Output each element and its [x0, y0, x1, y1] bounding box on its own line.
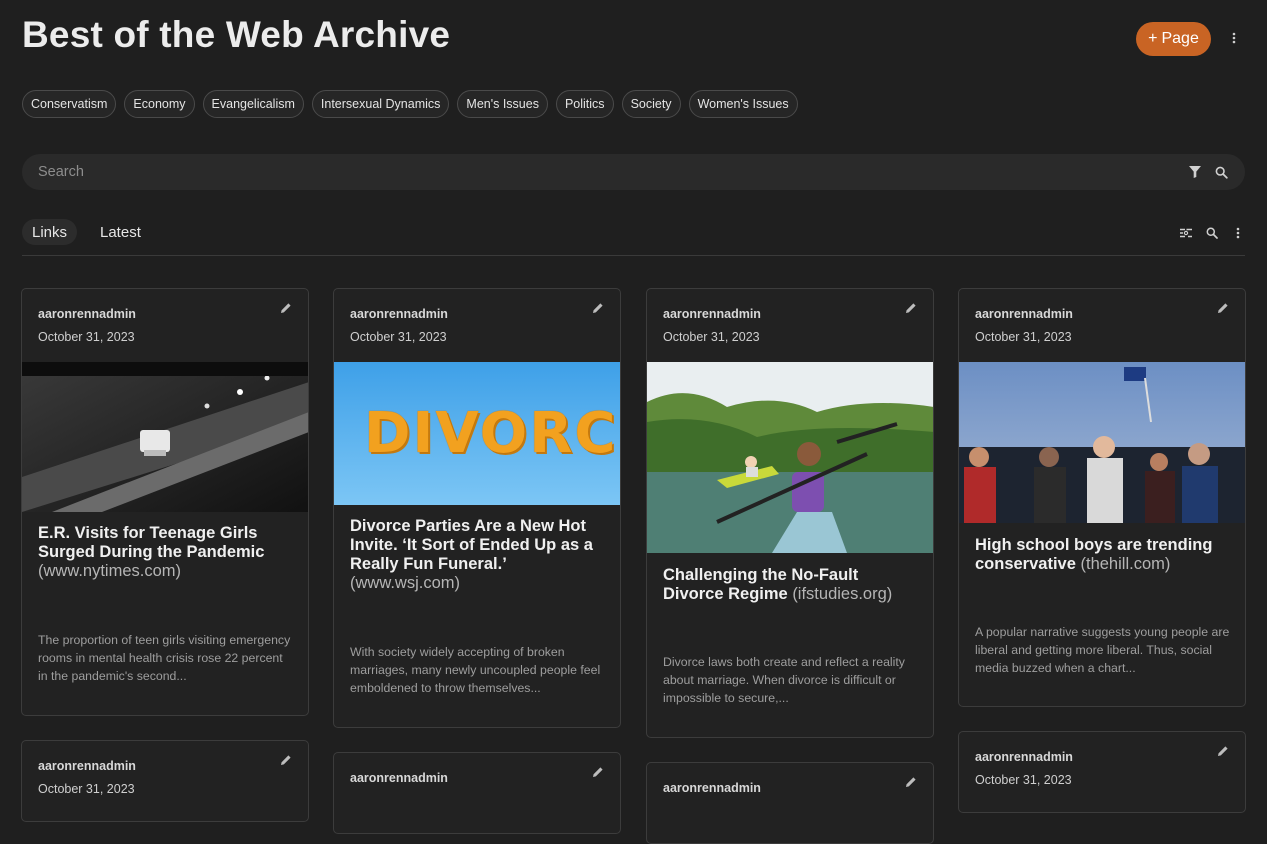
- card-image: [959, 362, 1245, 523]
- tag-economy[interactable]: Economy: [124, 90, 195, 118]
- search-icon[interactable]: [1213, 164, 1229, 180]
- card-source: (www.nytimes.com): [38, 562, 182, 580]
- card-author: aaronrennadmin: [975, 307, 1073, 321]
- tag-evangelicalism[interactable]: Evangelicalism: [202, 90, 304, 118]
- tag-womens-issues[interactable]: Women's Issues: [688, 90, 798, 118]
- card-excerpt: The proportion of teen girls visiting em…: [38, 633, 291, 683]
- card-source: (www.wsj.com): [350, 574, 460, 592]
- edit-icon[interactable]: [1217, 301, 1231, 315]
- card-excerpt: With society widely accepting of broken …: [350, 645, 601, 695]
- edit-icon[interactable]: [280, 753, 294, 767]
- link-card[interactable]: aaronrennadmin: [646, 762, 934, 844]
- card-title[interactable]: Divorce Parties Are a New Hot Invite. ‘I…: [350, 517, 606, 593]
- link-card[interactable]: aaronrennadmin October 31, 2023: [958, 731, 1246, 813]
- edit-icon[interactable]: [905, 775, 919, 789]
- card-date: October 31, 2023: [663, 330, 760, 344]
- view-tabs: Links Latest: [22, 219, 1245, 256]
- tab-links[interactable]: Links: [22, 219, 78, 245]
- tag-politics[interactable]: Politics: [555, 90, 614, 118]
- card-excerpt: Divorce laws both create and reflect a r…: [663, 655, 905, 705]
- tag-list: Conservatism Economy Evangelicalism Inte…: [22, 90, 798, 118]
- card-source: (thehill.com): [1080, 555, 1171, 573]
- card-author: aaronrennadmin: [350, 307, 448, 321]
- card-source: (ifstudies.org): [792, 585, 893, 603]
- edit-icon[interactable]: [280, 301, 294, 315]
- card-image: [647, 362, 933, 553]
- link-card[interactable]: aaronrennadmin October 31, 2023: [21, 740, 309, 822]
- tag-intersexual-dynamics[interactable]: Intersexual Dynamics: [311, 90, 450, 118]
- edit-icon[interactable]: [592, 765, 606, 779]
- add-page-label: Page: [1161, 30, 1199, 47]
- link-card[interactable]: aaronrennadmin October 31, 2023 DIVORCE …: [333, 288, 621, 728]
- card-author: aaronrennadmin: [975, 750, 1073, 764]
- link-card[interactable]: aaronrennadmin: [333, 752, 621, 834]
- card-title[interactable]: E.R. Visits for Teenage Girls Surged Dur…: [38, 524, 294, 581]
- card-author: aaronrennadmin: [38, 759, 136, 773]
- links-menu-icon[interactable]: [1231, 226, 1245, 240]
- divorce-balloon-text: DIVORCE: [364, 401, 620, 466]
- add-page-button[interactable]: + Page: [1136, 22, 1211, 56]
- page-menu-icon[interactable]: [1227, 31, 1241, 45]
- card-title-text: Divorce Parties Are a New Hot Invite. ‘I…: [350, 517, 593, 573]
- edit-icon[interactable]: [1217, 744, 1231, 758]
- card-image: [22, 362, 308, 512]
- card-author: aaronrennadmin: [38, 307, 136, 321]
- tab-latest[interactable]: Latest: [90, 219, 151, 245]
- card-author: aaronrennadmin: [663, 307, 761, 321]
- card-author: aaronrennadmin: [350, 771, 448, 785]
- card-date: October 31, 2023: [975, 330, 1072, 344]
- card-author: aaronrennadmin: [663, 781, 761, 795]
- card-title-text: E.R. Visits for Teenage Girls Surged Dur…: [38, 524, 265, 561]
- card-title[interactable]: Challenging the No-Fault Divorce Regime …: [663, 566, 919, 604]
- search-bar: [22, 154, 1245, 190]
- tag-society[interactable]: Society: [621, 90, 681, 118]
- card-title[interactable]: High school boys are trending conservati…: [975, 536, 1231, 574]
- link-card[interactable]: aaronrennadmin October 31, 2023 E.R. Vis…: [21, 288, 309, 716]
- card-date: October 31, 2023: [350, 330, 447, 344]
- card-date: October 31, 2023: [38, 330, 135, 344]
- tag-mens-issues[interactable]: Men's Issues: [457, 90, 548, 118]
- tag-conservatism[interactable]: Conservatism: [22, 90, 117, 118]
- plus-icon: +: [1148, 30, 1158, 47]
- link-card[interactable]: aaronrennadmin October 31, 2023 Challeng…: [646, 288, 934, 738]
- card-date: October 31, 2023: [975, 773, 1072, 787]
- edit-icon[interactable]: [592, 301, 606, 315]
- search-input[interactable]: [22, 163, 1187, 181]
- search-links-icon[interactable]: [1205, 226, 1219, 240]
- edit-icon[interactable]: [905, 301, 919, 315]
- filter-icon[interactable]: [1187, 164, 1203, 180]
- sort-icon[interactable]: [1179, 226, 1193, 240]
- card-excerpt: A popular narrative suggests young peopl…: [975, 625, 1230, 675]
- card-image: DIVORCE: [334, 362, 620, 505]
- page-title: Best of the Web Archive: [22, 14, 451, 55]
- link-card[interactable]: aaronrennadmin October 31, 2023 High sch…: [958, 288, 1246, 707]
- card-date: October 31, 2023: [38, 782, 135, 796]
